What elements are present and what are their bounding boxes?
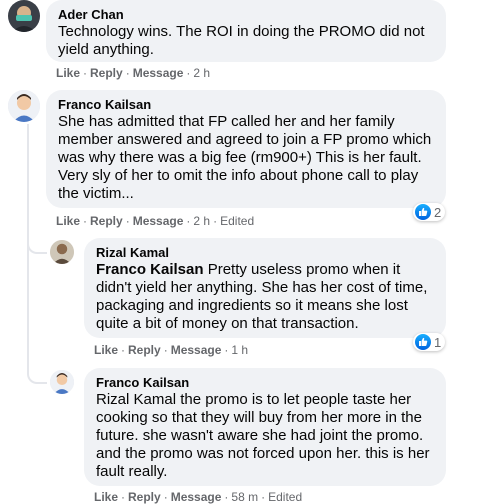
like-button[interactable]: Like xyxy=(56,66,80,80)
comment-author[interactable]: Franco Kailsan xyxy=(58,97,434,113)
avatar[interactable] xyxy=(50,240,74,264)
reaction-count[interactable]: 2 xyxy=(413,203,446,221)
avatar[interactable] xyxy=(8,0,40,32)
comment-actions: Like · Reply · Message · 2 h xyxy=(56,66,211,80)
timestamp[interactable]: 1 h xyxy=(231,343,248,357)
timestamp[interactable]: 2 h xyxy=(193,214,210,228)
comment-bubble: Franco Kailsan Rizal Kamal the promo is … xyxy=(84,368,446,486)
avatar[interactable] xyxy=(8,90,40,122)
reaction-count[interactable]: 1 xyxy=(413,333,446,351)
like-button[interactable]: Like xyxy=(56,214,80,228)
comment-text: She has admitted that FP called her and … xyxy=(58,113,432,202)
reply-connector xyxy=(27,252,47,384)
reply-button[interactable]: Reply xyxy=(90,214,123,228)
comment-author[interactable]: Rizal Kamal xyxy=(96,245,434,261)
like-reaction-icon xyxy=(415,204,431,220)
avatar[interactable] xyxy=(50,370,74,394)
mention-link[interactable]: Franco Kailsan xyxy=(96,261,204,278)
comment-author[interactable]: Franco Kailsan xyxy=(96,375,434,391)
message-button[interactable]: Message xyxy=(133,66,184,80)
reply-button[interactable]: Reply xyxy=(128,490,161,504)
comment-actions: Like · Reply · Message · 1 h xyxy=(94,343,249,357)
reaction-number: 1 xyxy=(434,334,442,350)
like-button[interactable]: Like xyxy=(94,490,118,504)
comment-author[interactable]: Ader Chan xyxy=(58,7,434,23)
reply-button[interactable]: Reply xyxy=(128,343,161,357)
message-button[interactable]: Message xyxy=(171,343,222,357)
comment-text: Technology wins. The ROI in doing the PR… xyxy=(58,23,425,58)
comment-bubble: Franco Kailsan She has admitted that FP … xyxy=(46,90,446,208)
comment-text: Franco Kailsan Pretty useless promo when… xyxy=(96,261,434,333)
timestamp[interactable]: 58 m xyxy=(231,490,258,504)
reaction-number: 2 xyxy=(434,204,442,220)
comment-bubble: Rizal Kamal Franco Kailsan Pretty useles… xyxy=(84,238,446,338)
edited-label: Edited xyxy=(220,214,255,228)
like-button[interactable]: Like xyxy=(94,343,118,357)
reply-button[interactable]: Reply xyxy=(90,66,123,80)
edited-label: Edited xyxy=(268,490,303,504)
timestamp[interactable]: 2 h xyxy=(193,66,210,80)
comment-text: Rizal Kamal the promo is to let people t… xyxy=(96,391,430,480)
message-button[interactable]: Message xyxy=(133,214,184,228)
like-reaction-icon xyxy=(415,334,431,350)
comment-bubble: Ader Chan Technology wins. The ROI in do… xyxy=(46,0,446,62)
message-button[interactable]: Message xyxy=(171,490,222,504)
comment-actions: Like · Reply · Message · 2 h · Edited xyxy=(56,214,255,228)
comment-actions: Like · Reply · Message · 58 m · Edited xyxy=(94,490,303,504)
reply-connector xyxy=(27,226,47,254)
